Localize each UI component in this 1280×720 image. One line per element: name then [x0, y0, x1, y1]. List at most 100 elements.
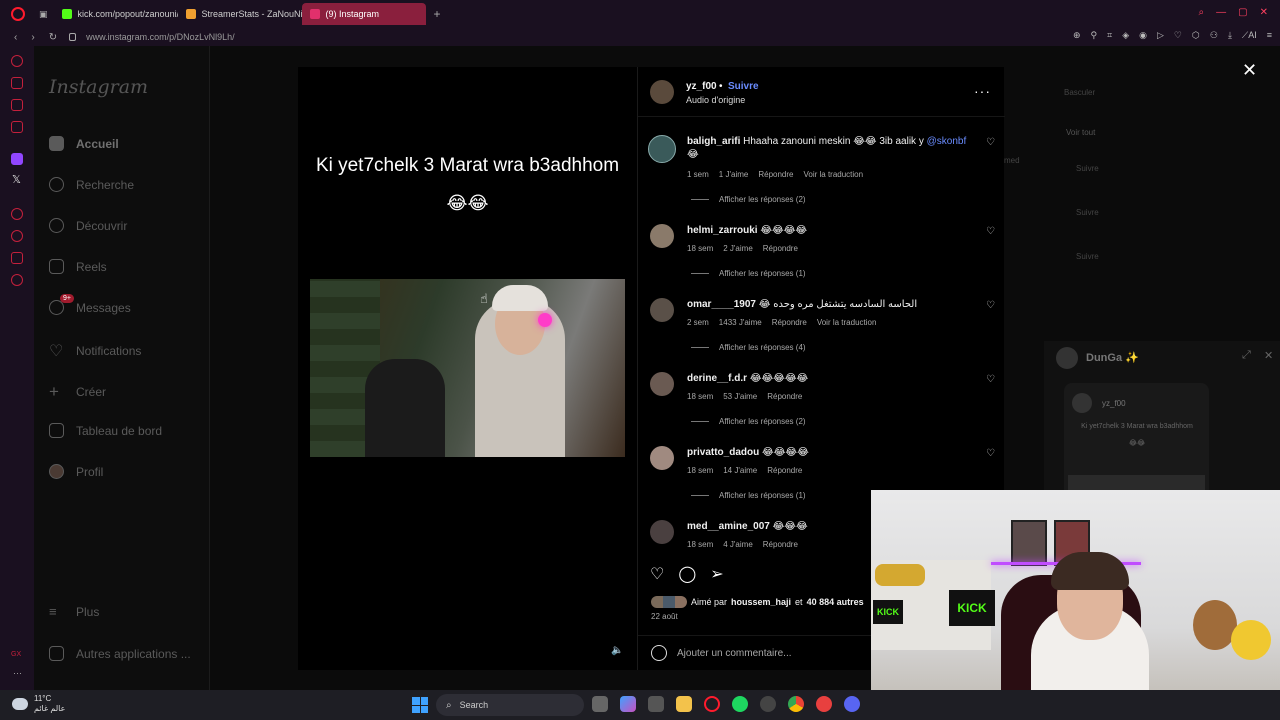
close-modal-icon[interactable]: ✕ [1242, 60, 1257, 81]
mute-icon[interactable]: 🔈 [611, 645, 625, 659]
sidebar-store-icon[interactable] [11, 77, 23, 89]
comment-avatar[interactable] [650, 224, 674, 248]
spotify-icon[interactable] [732, 696, 748, 712]
comment-likes[interactable]: 53 J'aime [723, 392, 757, 401]
show-replies[interactable]: Afficher les réponses (2) [691, 195, 806, 204]
tabs-icon[interactable]: ▣ [39, 9, 48, 20]
instagram-logo[interactable]: Instagram [49, 76, 148, 98]
sidebar-gx-icon[interactable]: GX [11, 651, 21, 658]
url-field[interactable]: www.instagram.com/p/DNozLvNl9Lh/ [86, 32, 235, 42]
tab-instagram[interactable]: (9) Instagram [301, 3, 426, 25]
sidebar-news-icon[interactable] [11, 121, 23, 133]
comment-avatar[interactable] [648, 135, 676, 163]
comment-username[interactable]: med__amine_007 [687, 521, 770, 532]
liked-by[interactable]: Aimé par houssem_haji et 40 884 autres [651, 596, 864, 608]
shield-icon[interactable]: ◈ [1122, 30, 1129, 41]
reply-button[interactable]: Répondre [772, 318, 807, 327]
sidebar-item-recherche[interactable]: Recherche [49, 177, 134, 192]
show-replies[interactable]: Afficher les réponses (4) [691, 343, 806, 352]
reply-button[interactable]: Répondre [758, 170, 793, 179]
comment-likes[interactable]: 1433 J'aime [719, 318, 762, 327]
sidebar-item-tableau-de-bord[interactable]: Tableau de bord [49, 423, 162, 438]
comment-username[interactable]: baligh_arifi [687, 136, 740, 147]
taskbar-search[interactable]: ⌕ Search [436, 694, 584, 716]
comment-likes[interactable]: 2 J'aime [723, 244, 753, 253]
sidebar-controller-icon[interactable] [11, 99, 23, 111]
post-media[interactable]: Ki yet7chelk 3 Marat wra b3adhhom 😂😂 ☝ 🔈 [298, 67, 637, 670]
more-options-icon[interactable]: ··· [974, 83, 991, 99]
minimize-icon[interactable]: — [1216, 7, 1226, 18]
comment-likes[interactable]: 14 J'aime [723, 466, 757, 475]
show-replies[interactable]: Afficher les réponses (1) [691, 491, 806, 500]
author-avatar[interactable] [650, 80, 674, 104]
bg-follow-link[interactable]: Suivre [1076, 164, 1099, 173]
tab-kick[interactable]: kick.com/popout/zanouni/ [54, 3, 178, 25]
task-view-icon[interactable] [592, 696, 608, 712]
new-tab-icon[interactable]: + [434, 7, 441, 21]
comment-like-icon[interactable]: ♡ [986, 227, 996, 237]
cube-icon[interactable]: ⬡ [1192, 30, 1200, 41]
play-icon[interactable]: ▷ [1157, 30, 1164, 41]
close-window-icon[interactable]: ✕ [1260, 7, 1268, 18]
ai-icon[interactable]: ⟋AI [1242, 30, 1257, 41]
comment-input[interactable]: Ajouter un commentaire... [677, 648, 792, 659]
opera-gx-icon[interactable] [704, 696, 720, 712]
sidebar-history-icon[interactable] [11, 230, 23, 242]
liked-by-count[interactable]: 40 884 autres [807, 597, 864, 607]
reload-icon[interactable]: ↻ [49, 32, 57, 43]
sidebar-item-other-apps[interactable]: Autres applications ... [49, 646, 191, 661]
comment-icon[interactable]: ◯ [678, 564, 696, 584]
sidebar-item-creer[interactable]: + Créer [49, 382, 106, 402]
sidebar-extensions-icon[interactable] [11, 252, 23, 264]
sidebar-ai-icon[interactable] [11, 55, 23, 67]
comment-avatar[interactable] [650, 446, 674, 470]
zoom-icon[interactable]: ⊕ [1073, 30, 1081, 41]
bg-follow-link[interactable]: Suivre [1076, 208, 1099, 217]
sidebar-item-notifications[interactable]: ♡ Notifications [49, 341, 141, 361]
comment-like-icon[interactable]: ♡ [986, 449, 996, 459]
sidebar-player-icon[interactable] [11, 208, 23, 220]
heart-icon[interactable]: ♡ [1174, 30, 1182, 41]
comment-like-icon[interactable]: ♡ [986, 301, 996, 311]
windows-start-icon[interactable] [412, 697, 428, 713]
sidebar-twitch-icon[interactable] [11, 153, 23, 165]
menu-icon[interactable]: ≡ [1267, 30, 1272, 41]
screenshot-icon[interactable]: ⌗ [1107, 30, 1112, 41]
comment-mention[interactable]: @skonbf [927, 136, 967, 147]
pin-icon[interactable]: ⚲ [1091, 30, 1098, 41]
like-icon[interactable]: ♡ [650, 564, 664, 584]
profile-icon[interactable]: ⚇ [1210, 30, 1218, 41]
sidebar-item-messages[interactable]: 9+ Messages [49, 294, 131, 315]
comment-like-icon[interactable]: ♡ [986, 375, 996, 385]
reply-button[interactable]: Répondre [767, 392, 802, 401]
audio-link[interactable]: Audio d'origine [686, 95, 745, 105]
dm-expand-icon[interactable]: ⤢ [1242, 349, 1251, 362]
bg-follow-link[interactable]: Suivre [1076, 252, 1099, 261]
forward-icon[interactable]: › [31, 32, 34, 43]
liked-by-user[interactable]: houssem_haji [731, 597, 791, 607]
reply-button[interactable]: Répondre [763, 540, 798, 549]
comment-avatar[interactable] [650, 520, 674, 544]
store-icon[interactable] [648, 696, 664, 712]
copilot-icon[interactable] [620, 696, 636, 712]
translate-button[interactable]: Voir la traduction [817, 318, 877, 327]
steam-icon[interactable] [760, 696, 776, 712]
comment-avatar[interactable] [650, 372, 674, 396]
valorant-icon[interactable] [816, 696, 832, 712]
comment-likes[interactable]: 4 J'aime [723, 540, 753, 549]
translate-button[interactable]: Voir la traduction [803, 170, 863, 179]
reply-button[interactable]: Répondre [767, 466, 802, 475]
sidebar-item-plus[interactable]: ≡ Plus [49, 604, 99, 619]
dm-close-icon[interactable]: ✕ [1264, 349, 1273, 362]
sidebar-item-accueil[interactable]: Accueil [49, 136, 119, 151]
show-replies[interactable]: Afficher les réponses (1) [691, 269, 806, 278]
file-explorer-icon[interactable] [676, 696, 692, 712]
tab-streamerstats[interactable]: StreamerStats - ZaNouNi [178, 3, 302, 25]
switch-account-link[interactable]: Basculer [1064, 88, 1095, 97]
comment-username[interactable]: derine__f.d.r [687, 373, 747, 384]
sidebar-item-profil[interactable]: Profil [49, 464, 103, 479]
opera-logo-icon[interactable] [11, 7, 25, 21]
search-tabs-icon[interactable]: ⌕ [1199, 7, 1205, 18]
download-icon[interactable]: ⤓ [1228, 30, 1232, 41]
comment-username[interactable]: privatto_dadou [687, 447, 759, 458]
